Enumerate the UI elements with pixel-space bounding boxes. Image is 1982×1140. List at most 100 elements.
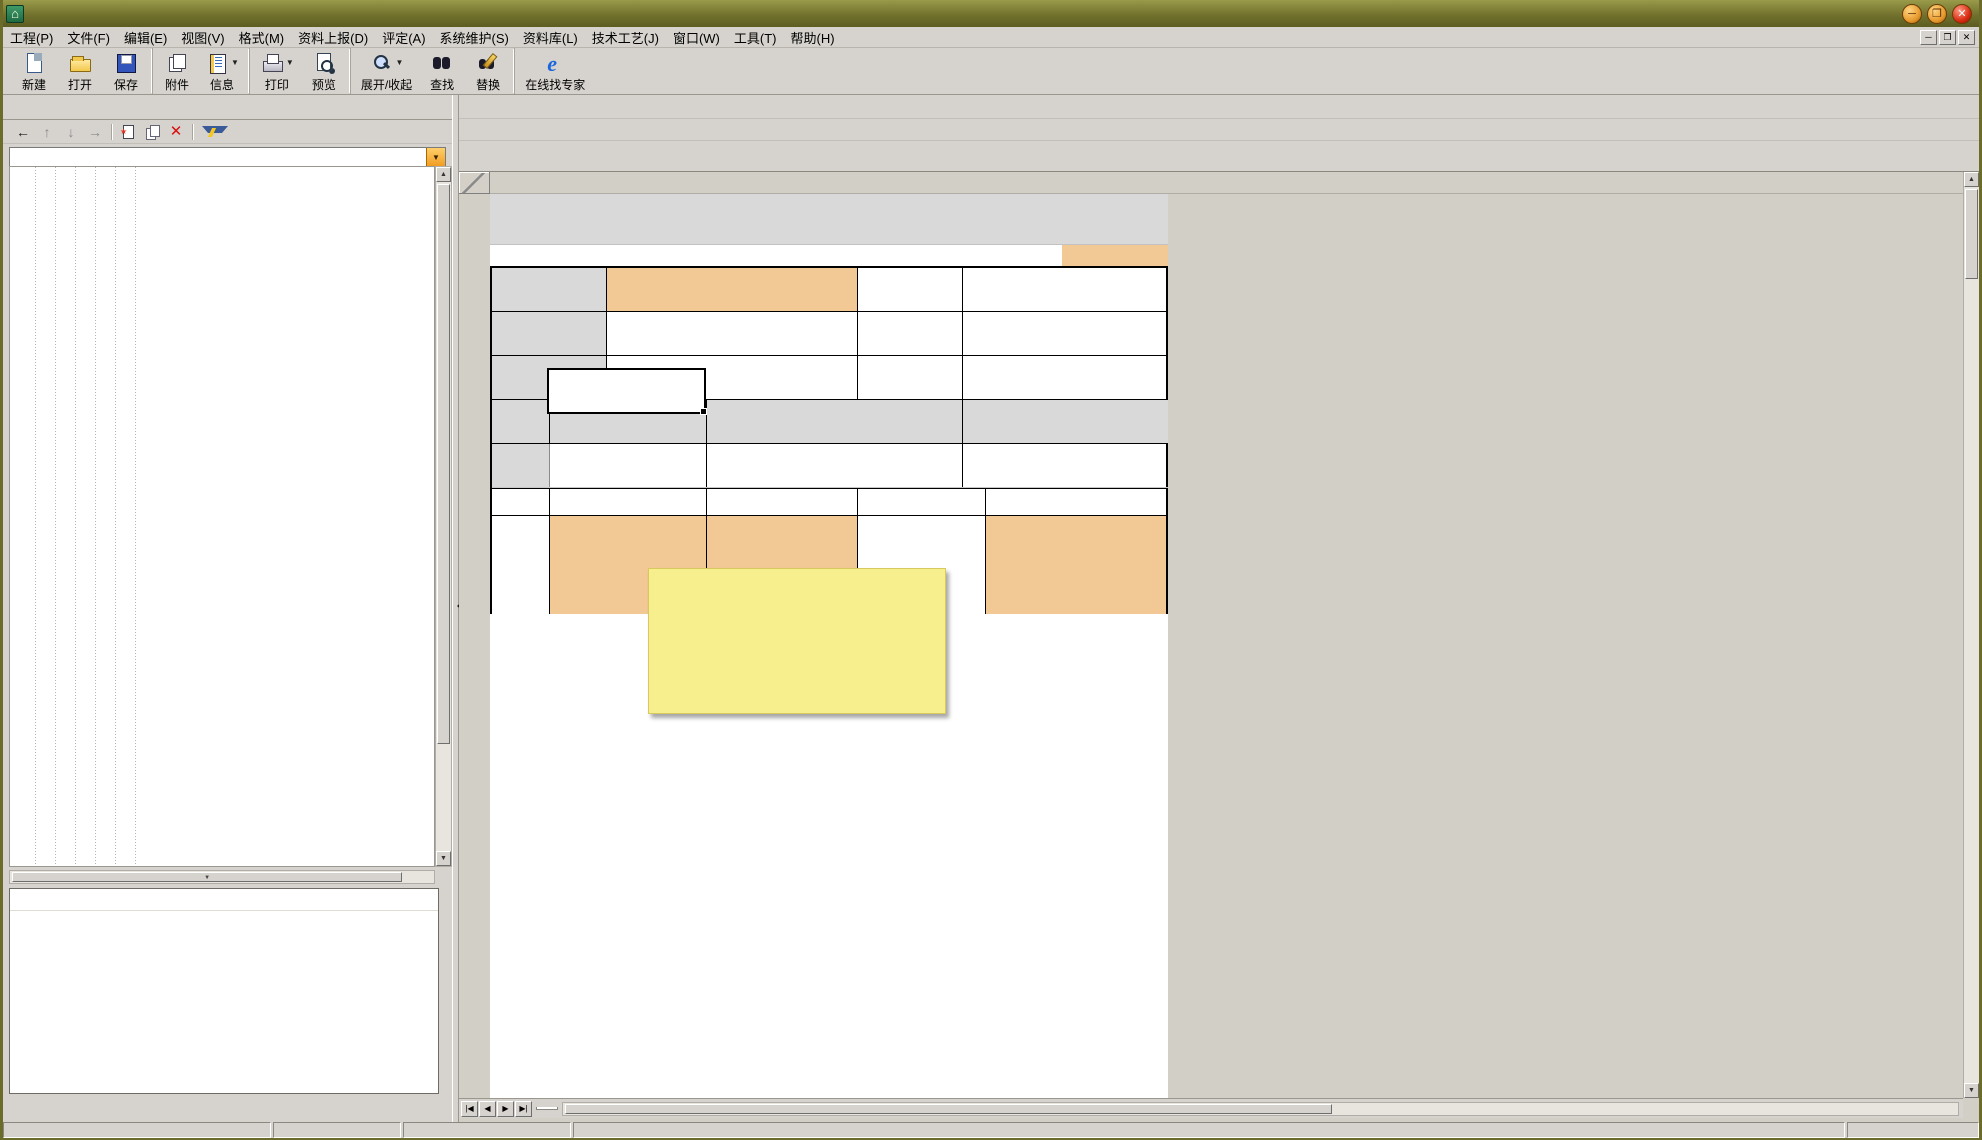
cell-recorder-value[interactable] bbox=[962, 356, 1166, 399]
sheet-scrollbar-thumb[interactable] bbox=[1965, 189, 1978, 279]
grid-cell[interactable] bbox=[492, 516, 549, 614]
menu-item[interactable]: 资料上报(D) bbox=[291, 26, 375, 49]
last-page-icon[interactable]: ▶| bbox=[515, 1100, 532, 1117]
menu-item[interactable]: 评定(A) bbox=[375, 26, 432, 49]
menu-item[interactable]: 资料库(L) bbox=[516, 26, 585, 49]
grid-cell[interactable] bbox=[492, 489, 549, 515]
first-page-icon[interactable]: |◀ bbox=[461, 1100, 478, 1117]
tree-horizontal-scrollbar[interactable]: ▼ bbox=[9, 870, 435, 884]
grid-cell[interactable] bbox=[492, 444, 549, 487]
nav-forward-icon[interactable]: → bbox=[87, 124, 103, 140]
add-form-icon[interactable] bbox=[120, 124, 136, 139]
cell-designer-sign[interactable] bbox=[857, 489, 985, 515]
cell-supervisor-sign[interactable] bbox=[706, 489, 857, 515]
toolbar-button-label: 附件 bbox=[164, 77, 189, 92]
menu-item[interactable]: 系统维护(S) bbox=[433, 26, 516, 49]
prev-page-icon[interactable]: ◀ bbox=[479, 1100, 496, 1117]
delete-form-icon[interactable]: ✕ bbox=[168, 124, 184, 139]
sticky-note[interactable] bbox=[648, 568, 946, 714]
select-all-corner[interactable] bbox=[459, 172, 490, 194]
cell-place-label[interactable] bbox=[492, 312, 606, 355]
standard-select[interactable]: ▼ bbox=[9, 147, 446, 168]
example-panel-header bbox=[10, 889, 438, 911]
cell-sign-label[interactable] bbox=[492, 1088, 549, 1098]
menu-item[interactable]: 编辑(E) bbox=[117, 26, 174, 49]
nav-down-icon[interactable]: ↓ bbox=[63, 124, 79, 140]
close-button[interactable]: ✕ bbox=[1952, 3, 1972, 24]
panel-splitter[interactable] bbox=[452, 95, 464, 1122]
menu-item[interactable]: 格式(M) bbox=[232, 26, 292, 49]
grid-cell[interactable] bbox=[985, 516, 1166, 614]
next-page-icon[interactable]: ▶ bbox=[497, 1100, 514, 1117]
dropdown-arrow-icon[interactable]: ▼ bbox=[396, 58, 404, 67]
header-seq[interactable] bbox=[492, 400, 549, 443]
combo-dropdown-icon[interactable]: ▼ bbox=[426, 148, 445, 167]
tree-hscrollbar-thumb[interactable]: ▼ bbox=[12, 872, 403, 882]
cell-place-value[interactable] bbox=[606, 312, 857, 355]
dropdown-arrow-icon[interactable]: ▼ bbox=[286, 58, 294, 67]
sheet-tab[interactable] bbox=[536, 1107, 558, 1110]
menu-item[interactable]: 文件(F) bbox=[60, 26, 117, 49]
dropdown-arrow-icon[interactable]: ▼ bbox=[231, 58, 239, 67]
save-button[interactable]: ▼ 保存 bbox=[103, 48, 149, 94]
grid-cell[interactable] bbox=[962, 444, 1166, 487]
cell-builder-sign[interactable] bbox=[549, 489, 706, 515]
selected-cell-indicator[interactable] bbox=[547, 368, 707, 415]
tree-scrollbar-thumb[interactable] bbox=[437, 184, 450, 744]
toolbar-icon bbox=[370, 51, 394, 75]
toolbar-button-label: 打开 bbox=[67, 77, 92, 92]
toolbar-button-label: 保存 bbox=[113, 77, 138, 92]
scroll-up-icon[interactable]: ▲ bbox=[436, 167, 451, 182]
minimize-button[interactable]: ─ bbox=[1902, 3, 1922, 24]
nav-back-icon[interactable]: ← bbox=[15, 124, 31, 140]
mdi-restore-icon[interactable]: ❐ bbox=[1939, 29, 1956, 45]
restore-button[interactable]: ❐ bbox=[1927, 3, 1947, 24]
cell-project-label[interactable] bbox=[492, 268, 606, 311]
find-button[interactable]: ▼ 查找 bbox=[419, 48, 465, 94]
menu-item[interactable]: 工具(T) bbox=[727, 26, 784, 49]
cell-code[interactable] bbox=[490, 245, 1008, 266]
new-button[interactable]: ▼ 新建 bbox=[11, 48, 57, 94]
grid-cell[interactable] bbox=[706, 444, 962, 487]
scroll-down-icon[interactable]: ▼ bbox=[1964, 1083, 1979, 1098]
menu-item[interactable]: 视图(V) bbox=[174, 26, 231, 49]
sheet-hscrollbar-thumb[interactable] bbox=[565, 1103, 1333, 1114]
filter-icon[interactable] bbox=[201, 124, 228, 139]
preview-button[interactable]: ▼ 预览 bbox=[301, 48, 347, 94]
cell-no-label[interactable] bbox=[1008, 245, 1062, 266]
menu-item[interactable]: 技术工艺(J) bbox=[585, 26, 666, 49]
mdi-close-icon[interactable]: ✕ bbox=[1958, 29, 1975, 45]
expand-collapse-button[interactable]: ▼ 展开/收起 bbox=[349, 48, 419, 94]
sidebar-tabs bbox=[3, 95, 452, 120]
menu-item[interactable]: 窗口(W) bbox=[666, 26, 727, 49]
cell-recorder-label[interactable] bbox=[857, 356, 962, 399]
cell-project-value[interactable] bbox=[606, 268, 857, 311]
menu-item[interactable]: 工程(P) bbox=[3, 26, 60, 49]
sidebar: ← ↑ ↓ → ✕ ▼ ▲ ▼ bbox=[3, 95, 452, 1122]
cell-major-label[interactable] bbox=[857, 312, 962, 355]
replace-button[interactable]: ▼ 替换 bbox=[465, 48, 511, 94]
nav-up-icon[interactable]: ↑ bbox=[39, 124, 55, 140]
menu-item[interactable]: 帮助(H) bbox=[783, 26, 841, 49]
tree-vertical-scrollbar[interactable]: ▲ ▼ bbox=[435, 166, 452, 867]
mdi-minimize-icon[interactable]: ─ bbox=[1920, 29, 1937, 45]
header-review-record[interactable] bbox=[962, 400, 1166, 443]
header-drawing-issue[interactable] bbox=[706, 400, 962, 443]
cell-constructor-sign[interactable] bbox=[985, 489, 1166, 515]
sheet-horizontal-scrollbar[interactable] bbox=[562, 1101, 1959, 1116]
cell-date-value[interactable] bbox=[962, 268, 1166, 311]
scroll-down-icon[interactable]: ▼ bbox=[436, 851, 451, 866]
cell-major-value[interactable] bbox=[962, 312, 1166, 355]
sheet-vertical-scrollbar[interactable]: ▲ ▼ bbox=[1963, 172, 1979, 1098]
open-button[interactable]: ▼ 打开 bbox=[57, 48, 103, 94]
cell-no-value[interactable] bbox=[1062, 245, 1168, 266]
attachment-button[interactable]: ▼ 附件 bbox=[152, 48, 198, 94]
online-expert-button[interactable]: ▼ 在线找专家 bbox=[514, 48, 592, 94]
info-button[interactable]: ▼ 信息 bbox=[198, 48, 246, 94]
print-button[interactable]: ▼ 打印 bbox=[248, 48, 301, 94]
cell-date-label[interactable] bbox=[857, 268, 962, 311]
cell-title[interactable] bbox=[490, 194, 1168, 245]
grid-cell-selected[interactable] bbox=[549, 444, 706, 487]
scroll-up-icon[interactable]: ▲ bbox=[1964, 172, 1979, 187]
copy-form-icon[interactable] bbox=[144, 124, 160, 140]
